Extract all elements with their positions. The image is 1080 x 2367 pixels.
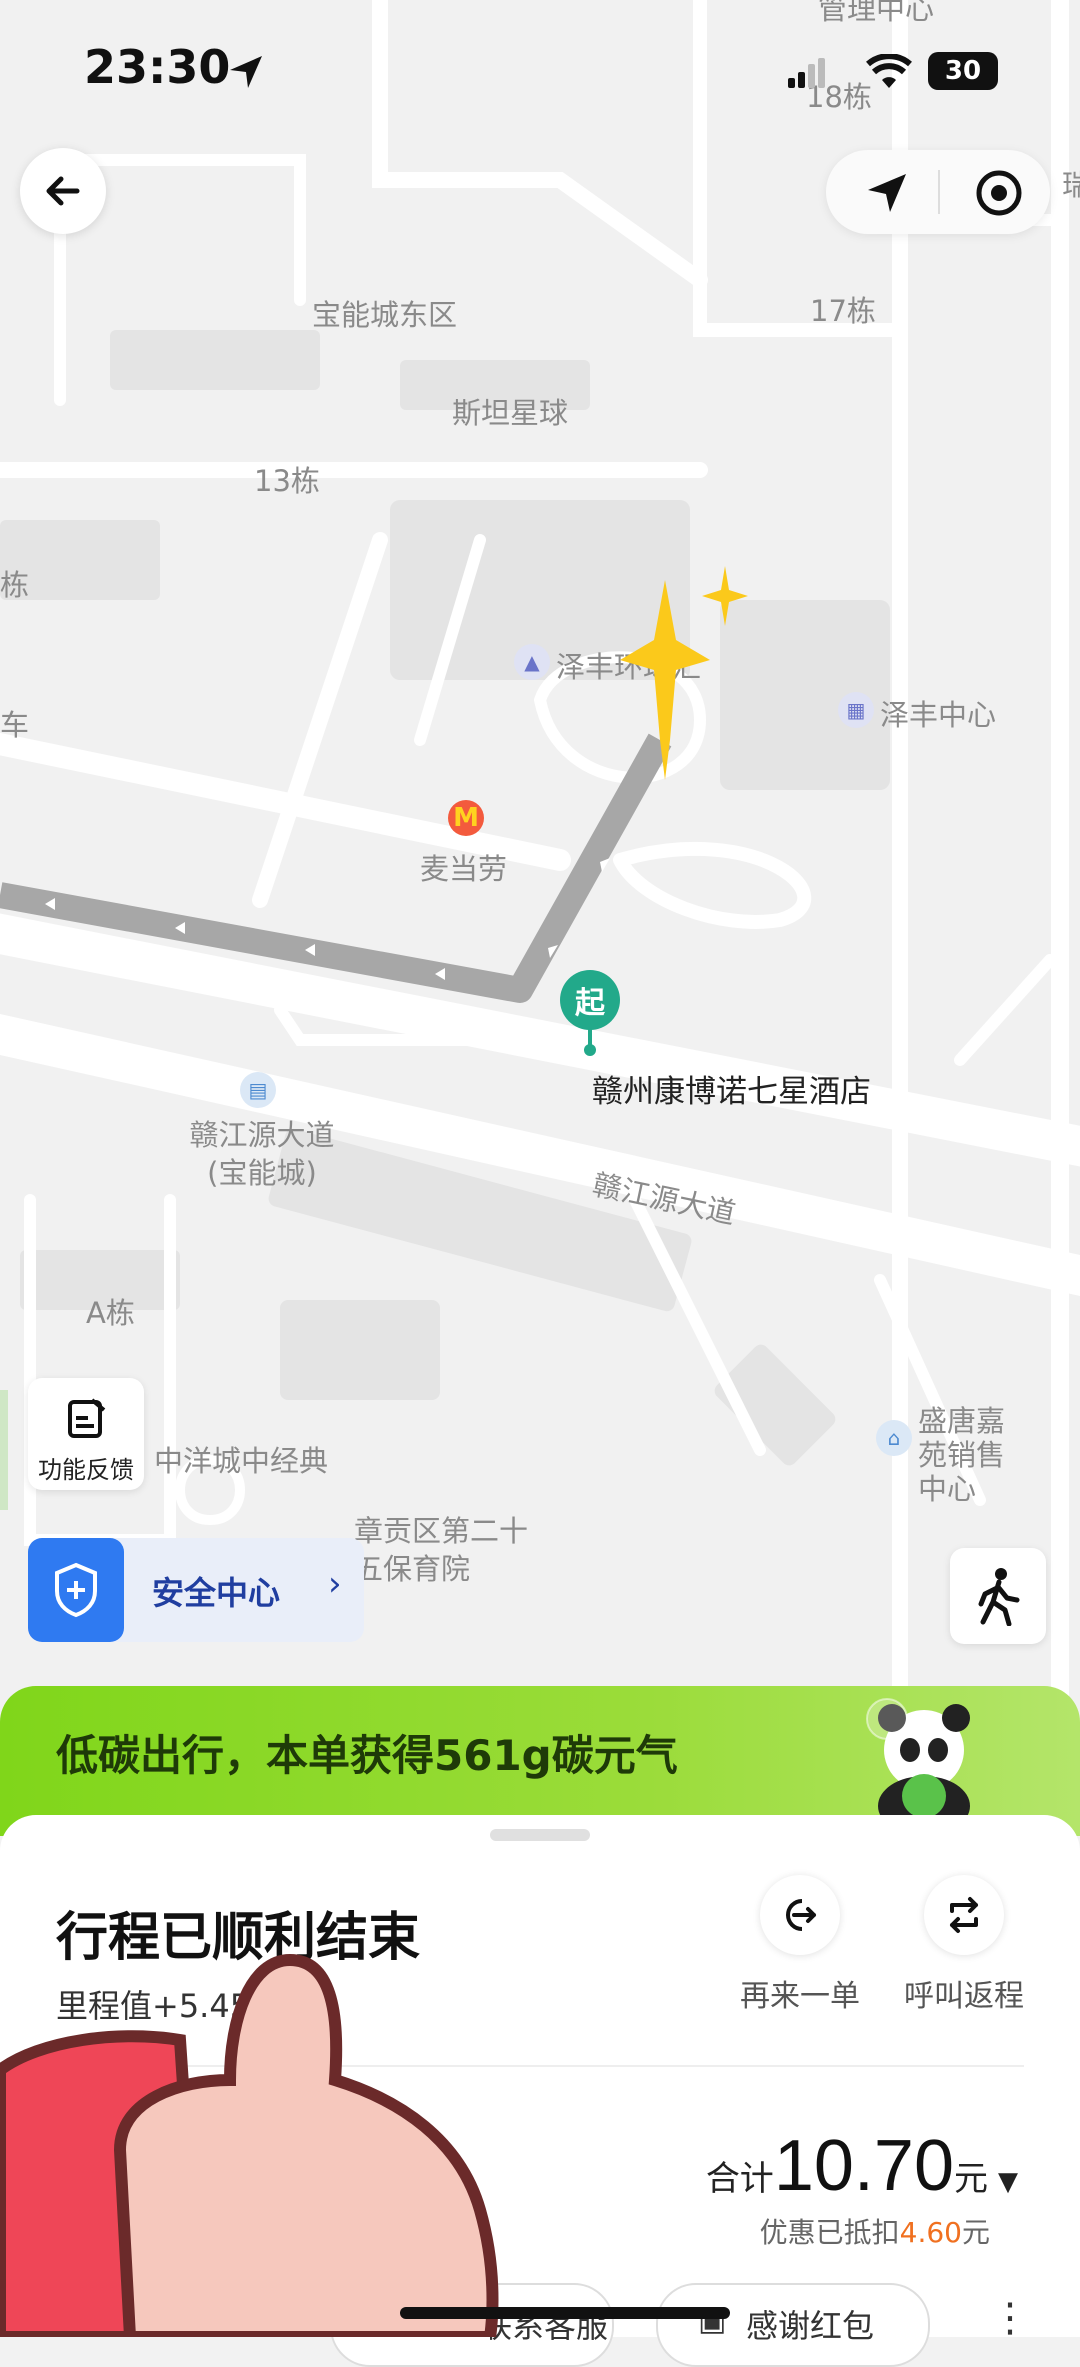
discount-prefix: 优惠已抵扣 [759,2216,900,2249]
mcdonalds-icon: M [448,800,484,836]
map-label-mcdonalds[interactable]: 麦当劳 [420,846,507,888]
shield-icon [28,1538,124,1642]
map-label-baoneng-east: 宝能城东区 [312,298,458,332]
map-label-side-building: 栋 [0,568,30,602]
map-label-stanford: 斯坦星球 [452,396,569,430]
map-label-side-car: 车 [0,708,30,742]
fare-total[interactable]: 合计10.70元 ▼ [706,2125,1018,2207]
discount-info: 优惠已抵扣4.60元 [760,2211,990,2251]
bus-stop-icon: ▤ [240,1072,276,1108]
total-amount: 10.70 [773,2126,954,2206]
map-label-kindergarten: 章贡区第二十五保育院 [354,1514,529,1586]
location-arrow-icon [230,56,262,88]
map-label-shengtang[interactable]: 盛唐嘉苑销售中心 [918,1404,1028,1506]
map-label-building-13: 13栋 [254,464,320,498]
map-label-zhongyang: 中洋城中经典 [154,1444,329,1478]
reorder-label: 再来一单 [740,1979,860,2014]
start-marker-dot [584,1044,596,1056]
arrow-left-icon [46,176,80,206]
discount-amount: 4.60 [899,2216,962,2249]
edit-note-icon [68,1398,106,1438]
battery-level: 30 [944,56,982,86]
total-prefix: 合计 [705,2159,774,2199]
bubble-icon [866,1698,908,1740]
reorder-button[interactable]: 再来一单 [720,1875,880,2015]
navigation-arrow-icon[interactable] [864,170,910,216]
thanks-tip-button[interactable]: ▣ 感谢红包 [656,2283,930,2367]
return-trip-label: 呼叫返程 [904,1979,1024,2014]
swap-icon [924,1875,1004,1955]
thumbs-up-sticker [0,1953,499,2337]
feedback-label: 功能反馈 [38,1456,134,1484]
low-carbon-text: 低碳出行，本单获得561g碳元气 [56,1731,678,1780]
thanks-tip-label: 感谢红包 [746,2307,875,2345]
status-bar: 23:30 30 [0,0,1080,140]
status-time: 23:30 [84,40,231,94]
home-indicator[interactable] [400,2307,730,2319]
office-building-icon: ▦ [838,692,874,728]
wifi-icon [866,54,912,88]
start-marker: 起 [560,970,620,1030]
feedback-button[interactable]: 功能反馈 [28,1378,144,1490]
locate-me-icon[interactable] [974,168,1024,218]
chevron-right-icon: › [328,1564,342,1604]
total-unit: 元 [954,2159,988,2199]
signal-icon [788,58,825,88]
map-control-group [826,150,1050,234]
house-icon: ⌂ [876,1420,912,1456]
safety-center-label: 安全中心 [152,1574,281,1612]
control-divider [938,170,940,214]
map-label-edge: 瑞 [1062,168,1080,202]
map-label-zefeng-center[interactable]: 泽丰中心 [880,692,996,734]
map-label-block-a: A栋 [86,1296,135,1330]
walk-button[interactable] [950,1548,1046,1644]
map-view[interactable]: 管理中心 18栋 宝能城东区 17栋 斯坦星球 13栋 栋 车 瑞 ▲ 泽丰环球… [0,0,1080,1720]
safety-center-button[interactable]: 安全中心 › [28,1538,364,1642]
battery-icon: 30 [928,52,998,90]
discount-unit: 元 [961,2216,990,2249]
map-label-bus-stop[interactable]: 赣江源大道(宝能城) [182,1116,342,1192]
reorder-icon [760,1875,840,1955]
more-options-icon[interactable]: ⋮ [990,2295,1030,2341]
map-label-hotel[interactable]: 赣州康博诺七星酒店 [592,1066,871,1111]
map-label-building-17: 17栋 [810,294,876,328]
return-trip-button[interactable]: 呼叫返程 [884,1875,1044,2015]
shopping-mall-icon: ▲ [514,644,550,680]
walking-person-icon [978,1568,1020,1626]
low-carbon-banner[interactable]: 低碳出行，本单获得561g碳元气 [0,1686,1080,1836]
sparkle-icon [702,566,748,626]
back-button[interactable] [20,148,106,234]
drag-handle[interactable] [490,1829,590,1841]
caret-down-icon: ▼ [998,2167,1018,2197]
